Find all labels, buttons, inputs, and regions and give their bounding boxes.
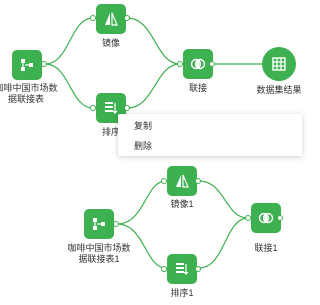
join1-label: 联接1 xyxy=(254,243,278,253)
sort1-input-port[interactable] xyxy=(161,266,167,272)
mirror-triangle-icon xyxy=(176,174,189,188)
sort1-output-port[interactable] xyxy=(195,266,201,272)
mirror-triangle-icon xyxy=(105,12,118,26)
mirror-node[interactable] xyxy=(96,4,126,34)
table-grid-icon xyxy=(272,57,286,71)
menu-item-copy[interactable]: 复制 xyxy=(134,119,152,132)
mirror-output-port[interactable] xyxy=(124,15,130,21)
flow-split-icon xyxy=(21,59,33,71)
edge-sort-join xyxy=(126,63,181,109)
sort-input-port[interactable] xyxy=(90,105,96,111)
source1-label: 咖啡中国市场数据联接表1 xyxy=(67,243,131,264)
flow-canvas[interactable]: 咖啡中国市场数据联接表 镜像 排序 联接 数据集结果 咖啡中国市场数据联接表1 … xyxy=(0,0,314,305)
sort1-node[interactable] xyxy=(167,254,197,284)
source-label: 咖啡中国市场数据联接表 xyxy=(0,83,58,104)
sort-list-icon xyxy=(176,263,189,275)
edge-sort1-join1 xyxy=(198,217,249,269)
mirror-label: 镜像 xyxy=(101,38,120,48)
edge-source-mirror xyxy=(44,17,94,65)
sort1-label: 排序1 xyxy=(170,288,194,298)
join1-output-port[interactable] xyxy=(277,215,283,221)
edge-mirror-join xyxy=(126,17,181,65)
result-label: 数据集结果 xyxy=(256,85,302,95)
context-menu: 复制 删除 xyxy=(118,114,302,156)
edge-source1-mirror1 xyxy=(116,180,167,225)
mirror1-node[interactable] xyxy=(167,166,197,196)
join-circles-icon xyxy=(190,58,206,70)
source-output-port[interactable] xyxy=(41,61,47,67)
mirror1-input-port[interactable] xyxy=(161,178,167,184)
join-label: 联接 xyxy=(188,83,207,93)
join1-input-port[interactable] xyxy=(245,215,251,221)
source1-node[interactable] xyxy=(84,209,114,239)
mirror1-output-port[interactable] xyxy=(195,178,201,184)
join-output-port[interactable] xyxy=(209,61,215,67)
source-node[interactable] xyxy=(12,50,42,80)
join-circles-icon xyxy=(258,212,274,224)
flow-split-icon xyxy=(93,218,105,230)
sort-list-icon xyxy=(105,102,118,114)
join-input-port[interactable] xyxy=(177,61,183,67)
result-node[interactable] xyxy=(262,47,296,81)
edge-mirror1-join1 xyxy=(198,180,249,219)
mirror-input-port[interactable] xyxy=(90,15,96,21)
sort-output-port[interactable] xyxy=(124,105,130,111)
source1-output-port[interactable] xyxy=(113,221,119,227)
menu-item-delete[interactable]: 删除 xyxy=(134,139,152,152)
mirror1-label: 镜像1 xyxy=(170,199,194,209)
